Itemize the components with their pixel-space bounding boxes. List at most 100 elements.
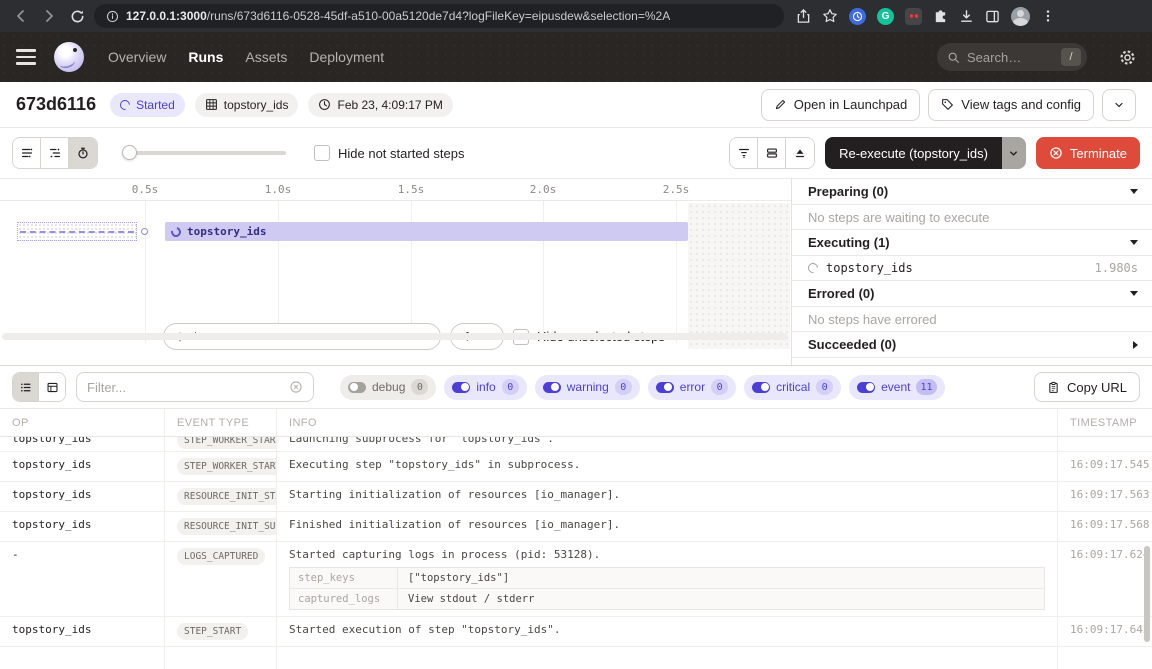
gantt-step-bar[interactable]: topstory_ids (165, 222, 688, 241)
forward-icon[interactable] (38, 5, 60, 27)
gantt-mode-segmented (12, 137, 98, 169)
extensions-puzzle-icon[interactable] (933, 9, 948, 24)
event-type-pill: RESOURCE_INIT_STAR… (177, 488, 277, 505)
gantt-bar-label: topstory_ids (187, 225, 266, 238)
log-row[interactable]: topstory_ids STEP_WORKER_STARTED Executi… (0, 452, 1152, 482)
axis-tick: 2.0s (530, 183, 557, 196)
structured-view-button[interactable] (39, 373, 65, 401)
step-duration: 1.980s (1095, 261, 1138, 275)
clock-icon (318, 98, 331, 111)
reexecute-split-button: Re-execute (topstory_ids) (825, 137, 1026, 169)
copy-url-button[interactable]: Copy URL (1034, 372, 1140, 402)
clear-filter-icon[interactable] (289, 380, 303, 394)
executing-section-header[interactable]: Executing (1) (792, 230, 1152, 256)
log-metadata-table: step_keys ["topstory_ids"] captured_logs… (289, 567, 1045, 610)
nav-item-overview[interactable]: Overview (108, 49, 166, 65)
flat-view-button[interactable] (13, 138, 41, 168)
run-header: 673d6116 Started topstory_ids Feb 23, 4:… (0, 82, 1152, 128)
hide-not-started-checkbox[interactable]: Hide not started steps (314, 145, 464, 161)
run-more-actions-button[interactable] (1102, 89, 1136, 121)
chevron-down-icon (1130, 291, 1138, 296)
url-text: 127.0.0.1:3000/runs/673d6116-0528-45df-a… (126, 9, 670, 23)
nav-item-deployment[interactable]: Deployment (309, 49, 384, 65)
view-tags-config-button[interactable]: View tags and config (928, 89, 1094, 121)
metadata-key: step_keys (290, 568, 398, 588)
downloads-icon[interactable] (959, 9, 974, 24)
dagster-run-page: 127.0.0.1:3000/runs/673d6116-0528-45df-a… (0, 0, 1152, 669)
log-vertical-scrollbar[interactable] (1144, 546, 1150, 642)
toggle-icon (452, 382, 470, 393)
executing-step-row[interactable]: topstory_ids 1.980s (792, 256, 1152, 281)
axis-tick: 0.5s (132, 183, 159, 196)
gantt-future-region (688, 203, 790, 349)
gear-icon[interactable] (1119, 49, 1136, 66)
gantt-chart: 0.5s 1.0s 1.5s 2.0s 2.5s topstory_ids (0, 179, 792, 365)
nav-item-assets[interactable]: Assets (245, 49, 287, 65)
preparing-section-header[interactable]: Preparing (0) (792, 179, 1152, 205)
list-view-button[interactable] (13, 373, 39, 401)
run-main-area: 0.5s 1.0s 1.5s 2.0s 2.5s topstory_ids (0, 178, 1152, 365)
refresh-icon[interactable] (66, 5, 88, 27)
waterfall-view-button[interactable] (41, 138, 69, 168)
zoom-slider-knob[interactable] (122, 145, 137, 160)
zoom-slider[interactable] (124, 151, 286, 155)
level-chip-critical[interactable]: critical0 (744, 375, 841, 400)
event-type-pill: STEP_WORKER_STARTI… (177, 437, 277, 449)
toggle-icon (656, 382, 674, 393)
run-timestamp[interactable]: Feb 23, 4:09:17 PM (308, 93, 452, 117)
browser-menu-icon[interactable] (1041, 9, 1055, 23)
col-header-event-type: EVENT TYPE (165, 409, 277, 436)
step-name: topstory_ids (826, 261, 913, 275)
side-panel-icon[interactable] (985, 9, 1000, 24)
timed-view-button[interactable] (69, 138, 97, 168)
info-icon[interactable] (106, 10, 119, 23)
col-header-op: OP (0, 409, 165, 436)
level-chip-debug[interactable]: debug0 (340, 375, 436, 400)
steps-status-panel: Preparing (0) No steps are waiting to ex… (792, 179, 1152, 365)
level-chip-event[interactable]: event11 (849, 375, 944, 400)
extension-dark-icon[interactable] (905, 8, 922, 25)
bookmark-star-icon[interactable] (822, 8, 838, 24)
log-filter-input[interactable] (87, 380, 281, 395)
open-in-launchpad-button[interactable]: Open in Launchpad (761, 89, 920, 121)
succeeded-section-header[interactable]: Succeeded (0) (792, 332, 1152, 358)
address-bar[interactable]: 127.0.0.1:3000/runs/673d6116-0528-45df-a… (94, 4, 784, 28)
checkbox-box[interactable] (314, 145, 330, 161)
global-search[interactable]: Search… / (937, 43, 1087, 71)
share-icon[interactable] (796, 8, 811, 24)
job-tag[interactable]: topstory_ids (195, 93, 299, 117)
metadata-value-link[interactable]: View stdout / stderr (398, 589, 544, 609)
hamburger-menu-icon[interactable] (16, 49, 36, 65)
log-row[interactable]: topstory_ids STEP_START Started executio… (0, 617, 1152, 647)
back-icon[interactable] (10, 5, 32, 27)
terminate-button[interactable]: Terminate (1036, 137, 1140, 169)
level-chip-info[interactable]: info0 (444, 375, 526, 400)
level-chip-error[interactable]: error0 (648, 375, 736, 400)
log-row[interactable]: topstory_ids RESOURCE_INIT_STAR… Startin… (0, 482, 1152, 512)
col-header-info: INFO (277, 409, 1058, 436)
toggle-icon (752, 382, 770, 393)
filter-funnel-button[interactable] (730, 138, 758, 168)
run-status-badge[interactable]: Started (110, 93, 185, 117)
gantt-horizontal-scrollbar[interactable] (2, 333, 787, 340)
log-filter-input-wrap[interactable] (76, 372, 314, 402)
nav-item-runs[interactable]: Runs (188, 49, 223, 65)
extension-clock-icon[interactable] (849, 8, 866, 25)
log-row-logs-captured[interactable]: - LOGS_CAPTURED Started capturing logs i… (0, 542, 1152, 617)
reexecute-button[interactable]: Re-execute (topstory_ids) (825, 137, 1002, 169)
log-row[interactable]: topstory_ids RESOURCE_INIT_SUCC… Finishe… (0, 512, 1152, 542)
errored-section-header[interactable]: Errored (0) (792, 281, 1152, 307)
level-chip-warning[interactable]: warning0 (535, 375, 640, 400)
log-table-header: OP EVENT TYPE INFO TIMESTAMP (0, 409, 1152, 437)
dagster-logo[interactable] (54, 42, 84, 72)
eject-button[interactable] (786, 138, 814, 168)
event-type-pill: LOGS_CAPTURED (177, 548, 265, 565)
rows-button[interactable] (758, 138, 786, 168)
chevron-down-icon (1008, 148, 1019, 159)
profile-avatar[interactable] (1011, 7, 1030, 26)
log-row-partial[interactable]: topstory_ids STEP_WORKER_STARTI… Launchi… (0, 437, 1152, 452)
reexecute-dropdown-button[interactable] (1002, 137, 1026, 169)
extension-grammarly-icon[interactable]: G (877, 8, 894, 25)
event-type-pill: STEP_WORKER_STARTED (177, 458, 277, 475)
chevron-right-icon (1133, 341, 1138, 349)
